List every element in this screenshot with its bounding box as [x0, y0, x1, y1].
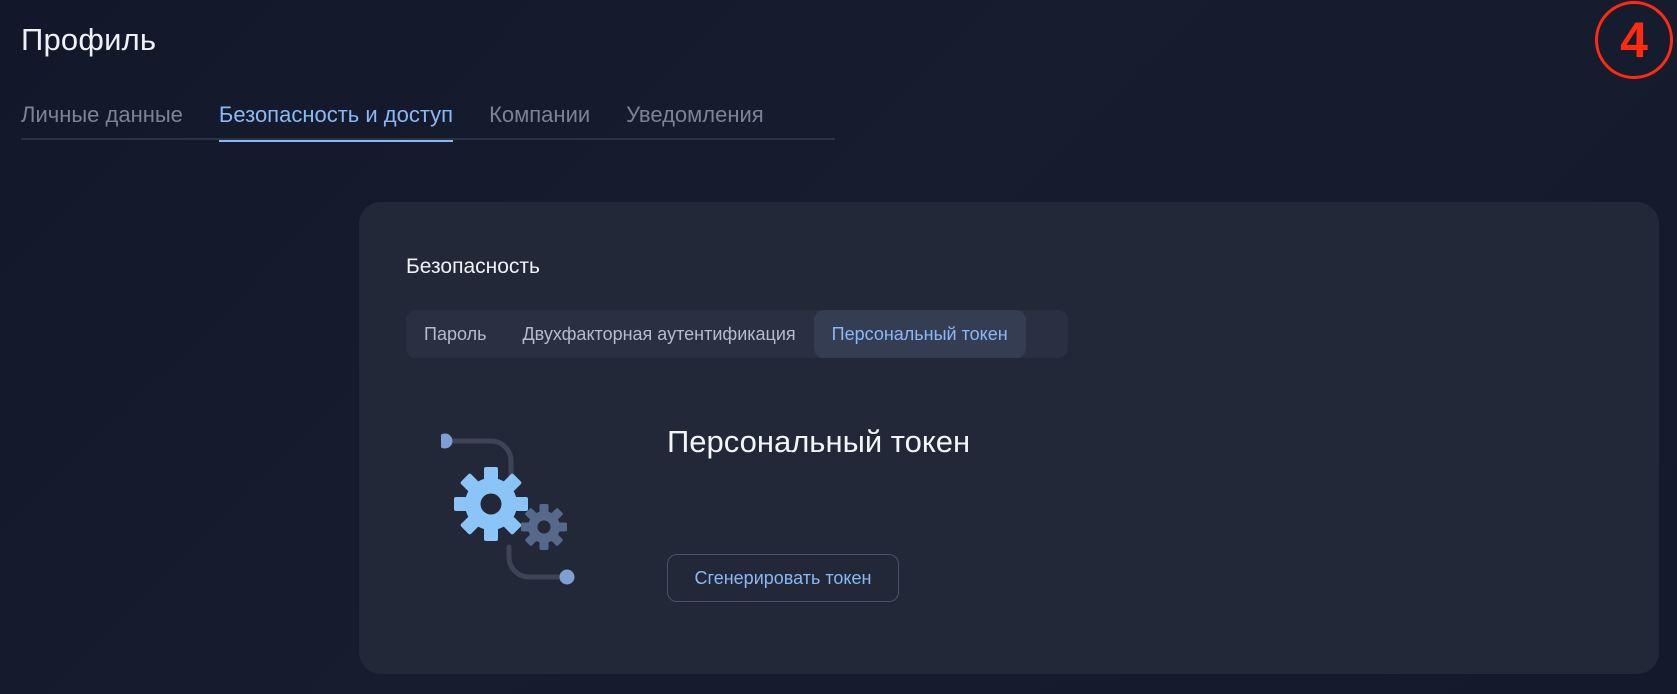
- security-card: Безопасность Пароль Двухфакторная аутент…: [359, 202, 1659, 674]
- sub-tab-two-factor-auth[interactable]: Двухфакторная аутентификация: [504, 310, 813, 358]
- step-badge: 4: [1595, 1, 1673, 79]
- section-title: Безопасность: [406, 255, 540, 278]
- tab-personal-data[interactable]: Личные данные: [21, 100, 183, 140]
- token-title: Персональный токен: [667, 424, 971, 459]
- sub-tab-personal-token[interactable]: Персональный токен: [813, 310, 1026, 358]
- tab-companies[interactable]: Компании: [489, 100, 590, 140]
- page-title: Профиль: [21, 22, 157, 57]
- generate-token-button[interactable]: Сгенерировать токен: [667, 554, 899, 602]
- gears-icon: [437, 427, 601, 587]
- main-tabs: Личные данные Безопасность и доступ Комп…: [21, 100, 835, 142]
- security-sub-tabs: Пароль Двухфакторная аутентификация Перс…: [406, 310, 1068, 358]
- tab-security-and-access[interactable]: Безопасность и доступ: [218, 100, 454, 142]
- sub-tab-password[interactable]: Пароль: [406, 310, 504, 358]
- tab-notifications[interactable]: Уведомления: [626, 100, 764, 140]
